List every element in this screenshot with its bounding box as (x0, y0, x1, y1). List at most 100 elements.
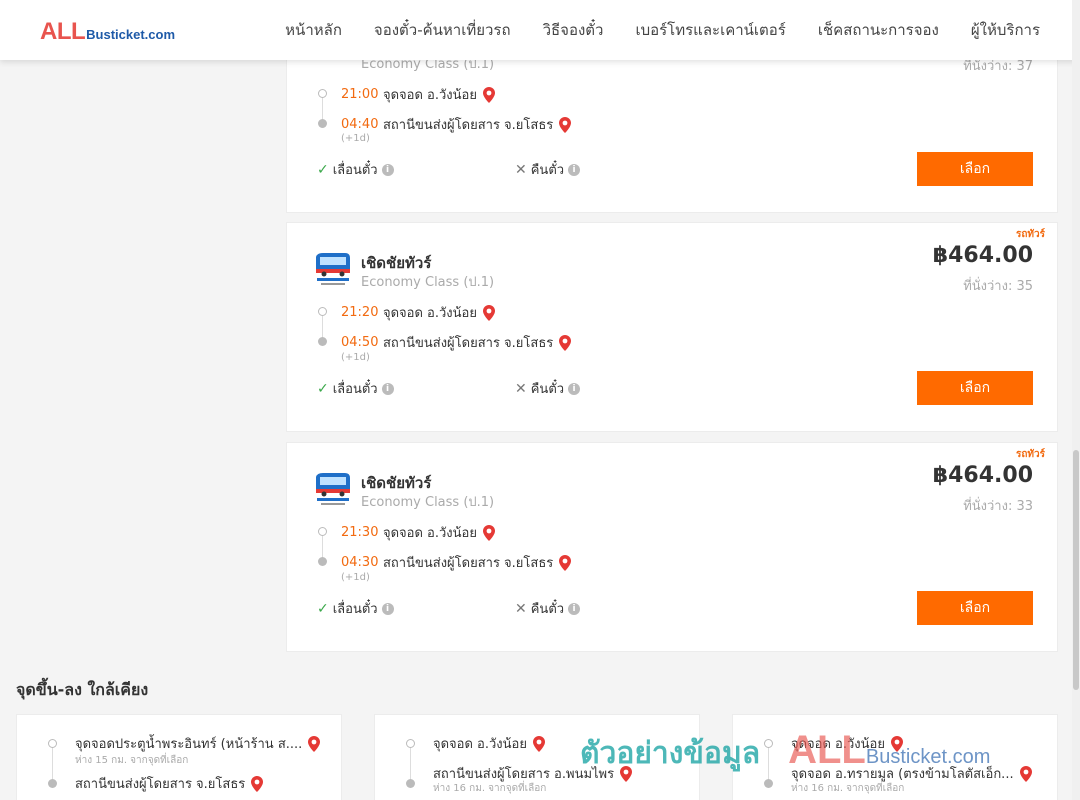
timeline-line (52, 745, 53, 781)
refund-feature: ✕ คืนตั๋ว i (515, 598, 581, 619)
nearby-to-place: สถานีขนส่งผู้โดยสาร จ.ยโสธร (75, 777, 246, 792)
ticket-price: ฿464.00 (932, 243, 1033, 268)
seats-available: ที่นั่งว่าง: 35 (963, 279, 1033, 294)
arrival-dot (764, 779, 773, 788)
map-pin-icon[interactable] (532, 735, 545, 752)
departure-place: จุดจอด อ.วังน้อย (383, 526, 477, 541)
map-pin-icon[interactable] (620, 765, 633, 782)
map-pin-icon[interactable] (482, 86, 495, 103)
plus-one-day: (+1d) (341, 133, 370, 144)
departure-dot (318, 307, 327, 316)
nav-how-to-book[interactable]: วิธีจองตั๋ว (543, 18, 604, 42)
reschedule-label: เลื่อนตั๋ว (332, 163, 378, 178)
nearby-from-place: จุดจอด อ.วังน้อย (433, 737, 527, 752)
departure-stop: 21:30 จุดจอด อ.วังน้อย (341, 522, 495, 543)
nearby-from-distance: ห่าง 15 กม. จากจุดที่เลือก (75, 755, 189, 766)
nearby-to-distance: ห่าง 16 กม. จากจุดที่เลือก (433, 783, 547, 794)
timeline-line (410, 745, 411, 781)
cross-icon: ✕ (515, 600, 527, 617)
nearby-from-place: จุดจอดประตูน้ำพระอินทร์ (หน้าร้าน ส.... (75, 737, 303, 752)
map-pin-icon[interactable] (1019, 765, 1032, 782)
check-icon: ✓ (317, 161, 329, 178)
select-trip-button[interactable]: เลือก (917, 371, 1033, 405)
seats-available: ที่นั่งว่าง: 33 (963, 499, 1033, 514)
info-icon[interactable]: i (381, 163, 394, 176)
departure-dot (318, 527, 327, 536)
info-icon[interactable]: i (568, 382, 581, 395)
map-pin-icon[interactable] (559, 334, 572, 351)
bus-type-tag: รถทัวร์ (1015, 449, 1045, 460)
departure-place: จุดจอด อ.วังน้อย (383, 88, 477, 103)
departure-time: 21:20 (341, 305, 379, 320)
arrival-dot (406, 779, 415, 788)
nav-book-search[interactable]: จองตั๋ว-ค้นหาเที่ยวรถ (374, 18, 511, 42)
trip-card: รถทัวร์ เชิดชัยทัวร์ Economy Class (ป.1)… (286, 222, 1058, 432)
page-scrollbar[interactable] (1072, 0, 1080, 800)
nearby-section-title: จุดขึ้น-ลง ใกล้เคียง (16, 680, 149, 699)
nav-home[interactable]: หน้าหลัก (285, 18, 342, 42)
nearby-route-card[interactable]: จุดจอด อ.วังน้อย สถานีขนส่งผู้โดยสาร อ.พ… (374, 714, 700, 800)
departure-dot (318, 89, 327, 98)
arrival-place: สถานีขนส่งผู้โดยสาร จ.ยโสธร (383, 336, 554, 351)
map-pin-icon[interactable] (482, 524, 495, 541)
nav-booking-status[interactable]: เช็คสถานะการจอง (818, 18, 939, 42)
map-pin-icon[interactable] (559, 554, 572, 571)
departure-time: 21:30 (341, 525, 379, 540)
nearby-from: จุดจอดประตูน้ำพระอินทร์ (หน้าร้าน ส.... (75, 733, 321, 754)
cross-icon: ✕ (515, 161, 527, 178)
check-icon: ✓ (317, 380, 329, 397)
map-pin-icon[interactable] (251, 775, 264, 792)
info-icon[interactable]: i (381, 602, 394, 615)
arrival-dot (48, 779, 57, 788)
arrival-place: สถานีขนส่งผู้โดยสาร จ.ยโสธร (383, 556, 554, 571)
map-pin-icon[interactable] (482, 304, 495, 321)
arrival-dot (318, 557, 327, 566)
arrival-time: 04:40 (341, 117, 379, 132)
arrival-dot (318, 337, 327, 346)
operator-logo-icon (316, 253, 350, 285)
reschedule-feature: ✓ เลื่อนตั๋ว i (317, 598, 394, 619)
reschedule-feature: ✓ เลื่อนตั๋ว i (317, 378, 394, 399)
map-pin-icon[interactable] (308, 735, 321, 752)
arrival-stop: 04:50 สถานีขนส่งผู้โดยสาร จ.ยโสธร (341, 332, 572, 353)
select-trip-button[interactable]: เลือก (917, 591, 1033, 625)
departure-dot (48, 739, 57, 748)
departure-place: จุดจอด อ.วังน้อย (383, 306, 477, 321)
departure-dot (406, 739, 415, 748)
nearby-to: สถานีขนส่งผู้โดยสาร จ.ยโสธร (75, 773, 264, 794)
plus-one-day: (+1d) (341, 352, 370, 363)
bus-class: Economy Class (ป.1) (361, 495, 495, 510)
reschedule-label: เลื่อนตั๋ว (332, 382, 378, 397)
scrollbar-thumb[interactable] (1073, 450, 1079, 690)
nav-phone-counters[interactable]: เบอร์โทรและเคาน์เตอร์ (635, 18, 785, 42)
refund-label: คืนตั๋ว (530, 602, 565, 617)
cross-icon: ✕ (515, 380, 527, 397)
nearby-route-card[interactable]: จุดจอด อ.วังน้อย จุดจอด อ.ทรายมูล (ตรงข้… (732, 714, 1058, 800)
select-trip-button[interactable]: เลือก (917, 152, 1033, 186)
info-icon[interactable]: i (381, 382, 394, 395)
reschedule-feature: ✓ เลื่อนตั๋ว i (317, 159, 394, 180)
refund-feature: ✕ คืนตั๋ว i (515, 378, 581, 399)
logo-busticket-text: Busticket.com (86, 27, 176, 42)
arrival-stop: 04:40 สถานีขนส่งผู้โดยสาร จ.ยโสธร (341, 114, 572, 135)
trip-card: รถทัวร์ เชิดชัยทัวร์ Economy Class (ป.1)… (286, 442, 1058, 652)
refund-feature: ✕ คืนตั๋ว i (515, 159, 581, 180)
bus-class: Economy Class (ป.1) (361, 275, 495, 290)
nearby-from: จุดจอด อ.วังน้อย (791, 733, 903, 754)
operator-logo-icon (316, 473, 350, 505)
nearby-from-place: จุดจอด อ.วังน้อย (791, 737, 885, 752)
nav-operators[interactable]: ผู้ให้บริการ (971, 18, 1040, 42)
arrival-dot (318, 119, 327, 128)
map-pin-icon[interactable] (890, 735, 903, 752)
info-icon[interactable]: i (568, 163, 581, 176)
timeline-line (768, 745, 769, 781)
departure-time: 21:00 (341, 87, 379, 102)
ticket-price: ฿464.00 (932, 463, 1033, 488)
site-logo[interactable]: ALL Busticket.com (40, 18, 175, 46)
arrival-place: สถานีขนส่งผู้โดยสาร จ.ยโสธร (383, 118, 554, 133)
arrival-stop: 04:30 สถานีขนส่งผู้โดยสาร จ.ยโสธร (341, 552, 572, 573)
info-icon[interactable]: i (568, 602, 581, 615)
map-pin-icon[interactable] (559, 116, 572, 133)
plus-one-day: (+1d) (341, 572, 370, 583)
nearby-route-card[interactable]: จุดจอดประตูน้ำพระอินทร์ (หน้าร้าน ส.... … (16, 714, 342, 800)
